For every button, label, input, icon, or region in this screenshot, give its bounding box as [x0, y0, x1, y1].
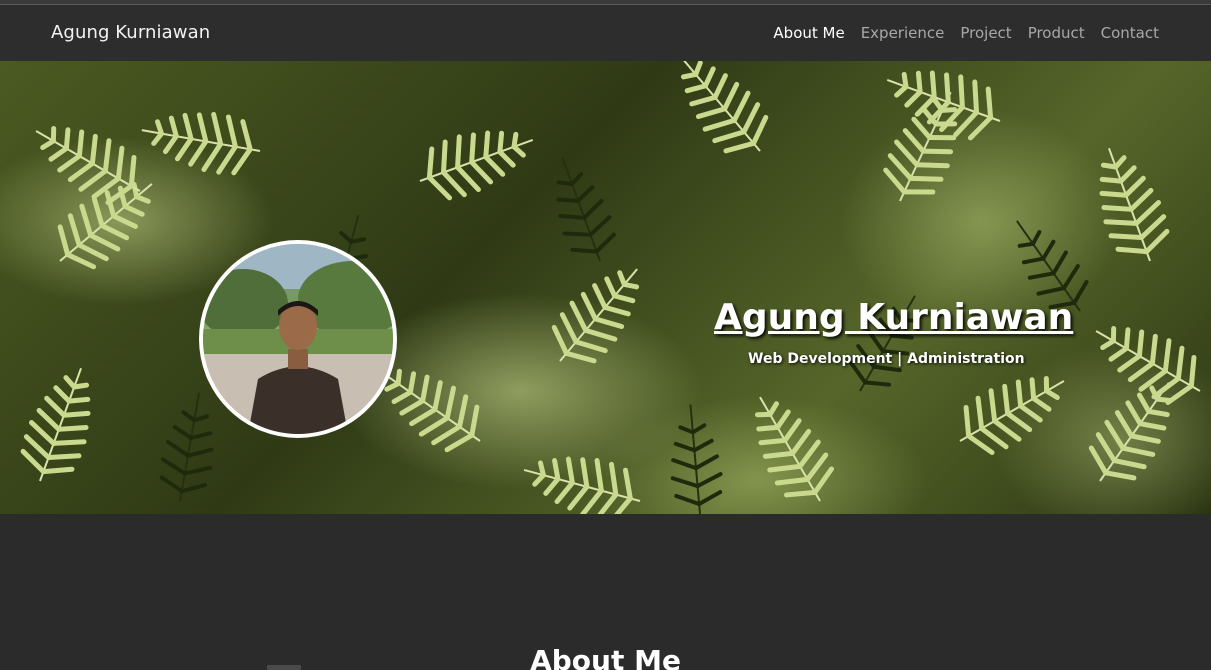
profile-photo-image	[203, 244, 393, 434]
nav-about-me[interactable]: About Me	[773, 24, 844, 42]
fern-background-image	[0, 61, 1211, 514]
hero-banner: Agung Kurniawan Web Development | Admini…	[0, 61, 1211, 514]
navbar: Agung Kurniawan About Me Experience Proj…	[0, 5, 1211, 61]
hero-name: Agung Kurniawan	[714, 297, 1074, 338]
scrollbar-thumb[interactable]	[267, 665, 301, 670]
nav-product[interactable]: Product	[1028, 24, 1085, 42]
nav-contact[interactable]: Contact	[1101, 24, 1159, 42]
profile-avatar	[199, 240, 397, 438]
brand-link[interactable]: Agung Kurniawan	[51, 22, 210, 43]
about-section-title: About Me	[530, 644, 681, 670]
nav-experience[interactable]: Experience	[861, 24, 945, 42]
hero-subtitle: Web Development | Administration	[748, 351, 1025, 367]
nav-project[interactable]: Project	[960, 24, 1011, 42]
nav-links: About Me Experience Project Product Cont…	[773, 24, 1159, 42]
